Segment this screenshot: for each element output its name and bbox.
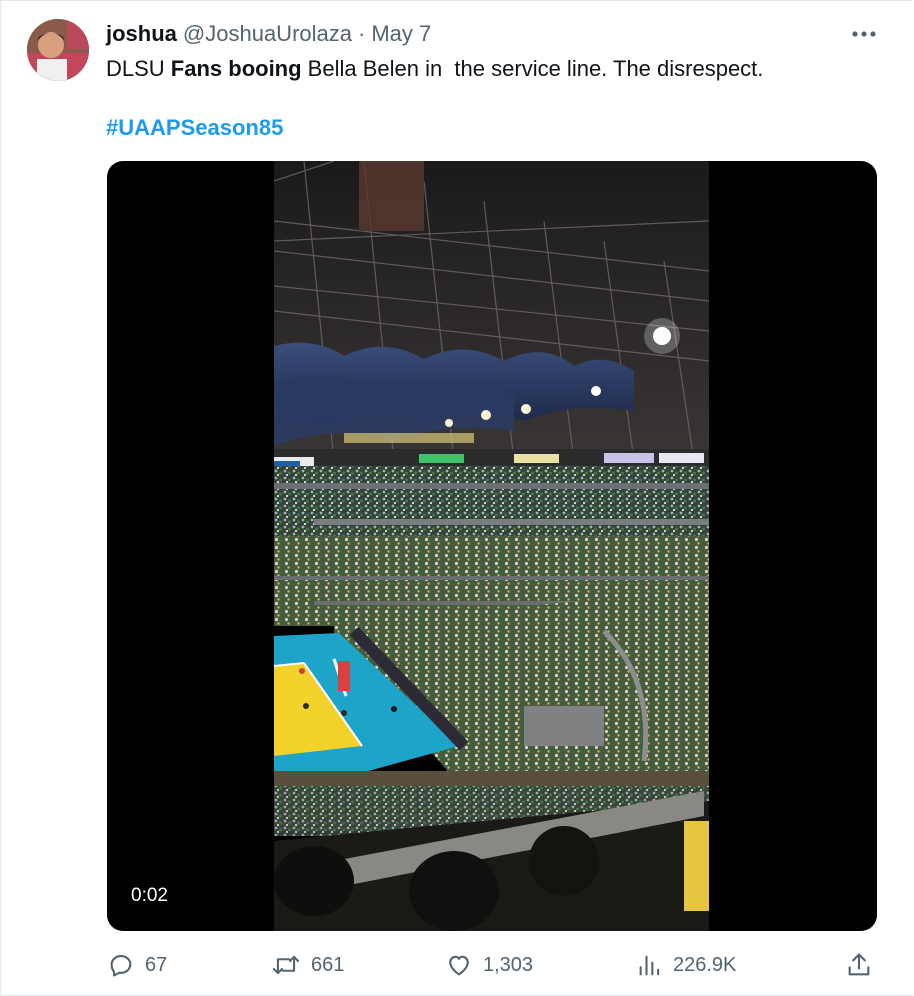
hashtag-link[interactable]: #UAAPSeason85	[106, 115, 283, 141]
views-button[interactable]: 226.9K	[637, 945, 736, 985]
video-timestamp: 0:02	[123, 881, 176, 911]
avatar[interactable]	[27, 19, 89, 81]
video-frame[interactable]	[274, 161, 709, 931]
share-button[interactable]	[845, 945, 873, 985]
tweet-text-highlight: Fans booing	[170, 56, 302, 81]
more-horizontal-icon[interactable]	[847, 21, 881, 47]
like-count: 1,303	[483, 953, 534, 976]
author-handle[interactable]: @JoshuaUrolaza	[183, 21, 352, 47]
tweet-date[interactable]: May 7	[371, 21, 431, 47]
retweet-button[interactable]: 661	[271, 945, 344, 985]
video-player[interactable]: 0:02	[107, 161, 877, 931]
author-name[interactable]: joshua	[106, 21, 177, 47]
retweet-count: 661	[311, 953, 345, 976]
tweet-text-part: Bella Belen in the service line. The dis…	[301, 56, 764, 81]
action-bar: 67 661 1,303 226.9K	[107, 945, 877, 985]
like-button[interactable]: 1,303	[445, 945, 533, 985]
like-icon	[445, 951, 473, 979]
retweet-icon	[271, 951, 301, 979]
tweet-text-part: DLSU	[106, 56, 171, 81]
separator-dot: ·	[358, 21, 366, 46]
reply-button[interactable]: 67	[107, 945, 167, 985]
views-icon	[637, 951, 663, 979]
tweet-header: joshua @JoshuaUrolaza · May 7	[106, 21, 431, 47]
tweet-card[interactable]: joshua @JoshuaUrolaza · May 7 DLSU Fans …	[0, 0, 913, 996]
reply-count: 67	[145, 953, 168, 976]
share-icon	[845, 951, 873, 979]
tweet-text: DLSU Fans booing Bella Belen in the serv…	[106, 55, 866, 83]
reply-icon	[107, 951, 135, 979]
views-count: 226.9K	[673, 953, 737, 976]
